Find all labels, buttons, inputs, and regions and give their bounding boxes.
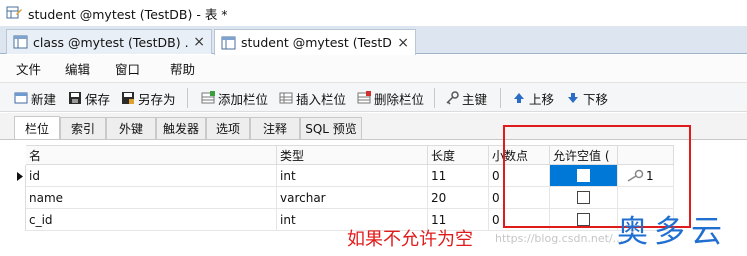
tab-fields[interactable]: 栏位 bbox=[14, 116, 60, 139]
save-button[interactable]: 保存 bbox=[68, 89, 110, 107]
new-button[interactable]: 新建 bbox=[14, 89, 56, 107]
menu-bar: 文件 编辑 窗口 帮助 bbox=[0, 55, 747, 82]
save-as-label: 另存为 bbox=[138, 91, 176, 107]
window-title: student @mytest (TestDB) - 表 * bbox=[28, 6, 228, 22]
arrow-up-icon bbox=[514, 93, 524, 103]
move-up-button[interactable]: 上移 bbox=[512, 89, 554, 107]
arrow-down-icon bbox=[568, 93, 578, 103]
toolbar-separator bbox=[187, 88, 188, 108]
move-down-button[interactable]: 下移 bbox=[566, 89, 608, 107]
new-table-icon bbox=[14, 92, 28, 104]
new-label: 新建 bbox=[31, 91, 57, 107]
menu-edit[interactable]: 编辑 bbox=[65, 59, 90, 78]
annotation-text: 如果不允许为空 bbox=[347, 229, 473, 250]
cell-field-name[interactable]: name bbox=[26, 187, 277, 209]
add-column-label: 添加栏位 bbox=[218, 91, 269, 107]
row-selector[interactable] bbox=[14, 187, 26, 209]
menu-help[interactable]: 帮助 bbox=[170, 59, 195, 78]
delete-column-label: 删除栏位 bbox=[374, 91, 425, 107]
table-icon bbox=[13, 35, 28, 49]
cell-field-type[interactable]: varchar bbox=[277, 187, 428, 209]
add-column-button[interactable]: 添加栏位 bbox=[201, 89, 268, 107]
title-bar: student @mytest (TestDB) - 表 * bbox=[0, 0, 747, 26]
tab-comments[interactable]: 注释 bbox=[250, 117, 300, 139]
tab-triggers[interactable]: 触发器 bbox=[156, 117, 206, 139]
menu-window[interactable]: 窗口 bbox=[115, 59, 140, 78]
table-design-icon bbox=[6, 6, 22, 19]
document-tab-strip: class @mytest (TestDB) ... × student @my… bbox=[0, 26, 747, 55]
close-icon[interactable]: × bbox=[193, 34, 205, 50]
tab-student-table[interactable]: student @mytest (TestD... × bbox=[214, 29, 416, 55]
current-row-icon bbox=[16, 171, 23, 181]
toolbar-separator bbox=[434, 88, 435, 108]
tab-options[interactable]: 选项 bbox=[206, 117, 250, 139]
col-header-name[interactable]: 名 bbox=[26, 145, 277, 165]
cell-field-name[interactable]: id bbox=[26, 165, 277, 187]
save-as-button[interactable]: 另存为 bbox=[121, 89, 176, 107]
add-column-icon bbox=[201, 91, 215, 104]
cell-field-length[interactable]: 11 bbox=[428, 165, 489, 187]
tab-indexes[interactable]: 索引 bbox=[60, 117, 106, 139]
row-selector-current[interactable] bbox=[14, 165, 26, 187]
tab-sql-preview[interactable]: SQL 预览 bbox=[300, 117, 362, 139]
watermark-text: https://blog.csdn.net/... bbox=[495, 232, 624, 245]
brand-logo: 奥多云 bbox=[617, 214, 728, 250]
row-selector[interactable] bbox=[14, 209, 26, 231]
save-as-icon bbox=[122, 92, 134, 104]
delete-column-icon bbox=[357, 91, 371, 104]
insert-column-icon bbox=[279, 92, 293, 104]
delete-column-button[interactable]: 删除栏位 bbox=[357, 89, 424, 107]
cell-field-type[interactable]: int bbox=[277, 165, 428, 187]
move-up-label: 上移 bbox=[529, 91, 555, 107]
insert-column-button[interactable]: 插入栏位 bbox=[279, 89, 346, 107]
key-icon bbox=[446, 91, 459, 105]
table-icon bbox=[221, 36, 236, 49]
tab-label: class @mytest (TestDB) ... bbox=[33, 34, 190, 50]
cell-field-name[interactable]: c_id bbox=[26, 209, 277, 231]
save-label: 保存 bbox=[85, 91, 111, 107]
toolbar-separator bbox=[500, 88, 501, 108]
col-header-length[interactable]: 长度 bbox=[428, 145, 489, 165]
save-icon bbox=[69, 92, 81, 104]
toolbar: 新建 保存 另存为 添加栏位 插入栏位 删除栏位 主键 上移 下移 bbox=[0, 82, 747, 112]
tab-class-table[interactable]: class @mytest (TestDB) ... × bbox=[6, 29, 212, 54]
primary-key-button[interactable]: 主键 bbox=[445, 89, 487, 107]
insert-column-label: 插入栏位 bbox=[296, 91, 347, 107]
close-icon[interactable]: × bbox=[397, 35, 409, 51]
tab-label: student @mytest (TestD... bbox=[241, 35, 394, 50]
move-down-label: 下移 bbox=[583, 91, 609, 107]
col-header-type[interactable]: 类型 bbox=[277, 145, 428, 165]
cell-field-length[interactable]: 20 bbox=[428, 187, 489, 209]
menu-file[interactable]: 文件 bbox=[16, 59, 41, 78]
tab-foreign-keys[interactable]: 外键 bbox=[106, 117, 156, 139]
primary-key-label: 主键 bbox=[462, 91, 488, 107]
